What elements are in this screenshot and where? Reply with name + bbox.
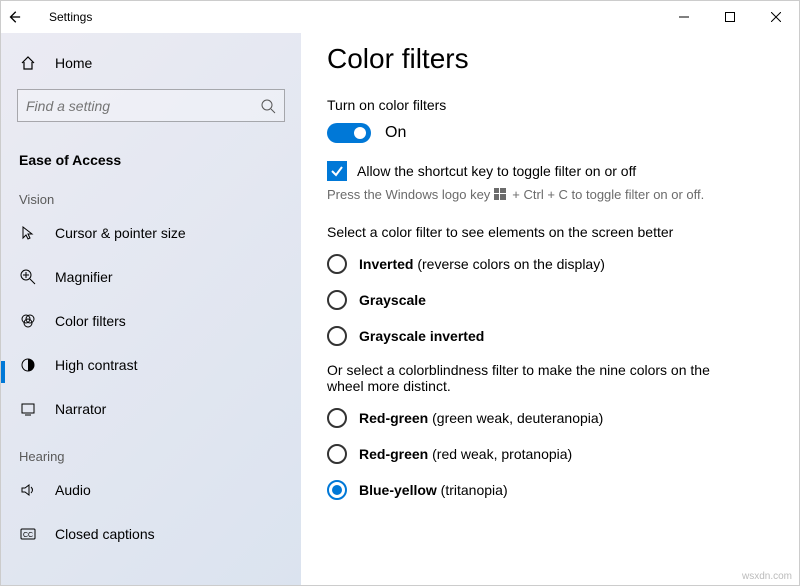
captions-icon: CC bbox=[19, 525, 37, 543]
close-button[interactable] bbox=[753, 1, 799, 33]
sidebar-item-closed-captions[interactable]: CC Closed captions bbox=[1, 512, 301, 556]
radio-icon bbox=[327, 408, 347, 428]
sidebar: Home Ease of Access Vision Cursor & poin… bbox=[1, 33, 301, 585]
group-hearing: Hearing bbox=[1, 431, 301, 468]
maximize-button[interactable] bbox=[707, 1, 753, 33]
radio-grayscale-inverted[interactable]: Grayscale inverted bbox=[327, 326, 773, 346]
radio-deuteranopia[interactable]: Red-green (green weak, deuteranopia) bbox=[327, 408, 773, 428]
checkbox-label: Allow the shortcut key to toggle filter … bbox=[357, 163, 636, 179]
radio-protanopia[interactable]: Red-green (red weak, protanopia) bbox=[327, 444, 773, 464]
hint-pre: Press the Windows logo key bbox=[327, 187, 490, 202]
magnifier-icon bbox=[19, 268, 37, 286]
search-field[interactable] bbox=[26, 98, 260, 114]
sidebar-item-home[interactable]: Home bbox=[1, 41, 301, 85]
shortcut-checkbox[interactable] bbox=[327, 161, 347, 181]
radio-label: Grayscale bbox=[359, 292, 426, 308]
back-button[interactable] bbox=[7, 10, 35, 24]
sidebar-item-high-contrast[interactable]: High contrast bbox=[1, 343, 301, 387]
sidebar-item-label: Cursor & pointer size bbox=[55, 225, 186, 241]
sidebar-item-label: Narrator bbox=[55, 401, 106, 417]
watermark: wsxdn.com bbox=[742, 571, 792, 582]
radio-icon bbox=[327, 254, 347, 274]
radio-icon bbox=[327, 290, 347, 310]
toggle-label: Turn on color filters bbox=[327, 97, 773, 113]
shortcut-hint: Press the Windows logo key + Ctrl + C to… bbox=[327, 187, 773, 202]
radio-icon bbox=[327, 444, 347, 464]
check-icon bbox=[330, 164, 344, 178]
page-title: Color filters bbox=[327, 43, 773, 75]
radio-tritanopia[interactable]: Blue-yellow (tritanopia) bbox=[327, 480, 773, 500]
sidebar-item-label: Audio bbox=[55, 482, 91, 498]
sidebar-item-label: Home bbox=[55, 55, 92, 71]
home-icon bbox=[19, 54, 37, 72]
sidebar-item-label: Color filters bbox=[55, 313, 126, 329]
svg-text:CC: CC bbox=[23, 532, 33, 539]
search-icon bbox=[260, 98, 276, 114]
windows-logo-icon bbox=[494, 188, 508, 202]
color-filters-toggle[interactable] bbox=[327, 123, 371, 143]
sidebar-item-magnifier[interactable]: Magnifier bbox=[1, 255, 301, 299]
radio-label: Grayscale inverted bbox=[359, 328, 484, 344]
cursor-icon bbox=[19, 224, 37, 242]
radio-label: Red-green (green weak, deuteranopia) bbox=[359, 410, 603, 426]
sidebar-item-audio[interactable]: Audio bbox=[1, 468, 301, 512]
sidebar-item-label: Closed captions bbox=[55, 526, 155, 542]
window-title: Settings bbox=[49, 10, 661, 24]
section-heading: Ease of Access bbox=[1, 134, 301, 174]
narrator-icon bbox=[19, 400, 37, 418]
colorblind-prompt: Or select a colorblindness filter to mak… bbox=[327, 362, 747, 394]
selection-indicator bbox=[1, 361, 5, 383]
minimize-button[interactable] bbox=[661, 1, 707, 33]
group-vision: Vision bbox=[1, 174, 301, 211]
radio-label: Red-green (red weak, protanopia) bbox=[359, 446, 572, 462]
radio-inverted[interactable]: Inverted (reverse colors on the display) bbox=[327, 254, 773, 274]
color-filters-icon bbox=[19, 312, 37, 330]
minimize-icon bbox=[679, 12, 689, 22]
contrast-icon bbox=[19, 356, 37, 374]
shortcut-checkbox-row: Allow the shortcut key to toggle filter … bbox=[327, 161, 773, 181]
titlebar: Settings bbox=[1, 1, 799, 33]
radio-icon bbox=[327, 326, 347, 346]
sidebar-item-cursor-pointer[interactable]: Cursor & pointer size bbox=[1, 211, 301, 255]
radio-icon-selected bbox=[327, 480, 347, 500]
hint-post: + Ctrl + C to toggle filter on or off. bbox=[512, 187, 704, 202]
maximize-icon bbox=[725, 12, 735, 22]
arrow-left-icon bbox=[7, 10, 21, 24]
settings-window: Settings Home Ease of Access Vision bbox=[0, 0, 800, 586]
sidebar-item-narrator[interactable]: Narrator bbox=[1, 387, 301, 431]
sidebar-item-label: Magnifier bbox=[55, 269, 113, 285]
select-filter-prompt: Select a color filter to see elements on… bbox=[327, 224, 773, 240]
sidebar-item-color-filters[interactable]: Color filters bbox=[1, 299, 301, 343]
window-body: Home Ease of Access Vision Cursor & poin… bbox=[1, 33, 799, 585]
toggle-row: On bbox=[327, 123, 773, 143]
radio-label: Inverted (reverse colors on the display) bbox=[359, 256, 605, 272]
close-icon bbox=[771, 12, 781, 22]
sidebar-item-label: High contrast bbox=[55, 357, 137, 373]
audio-icon bbox=[19, 481, 37, 499]
radio-grayscale[interactable]: Grayscale bbox=[327, 290, 773, 310]
toggle-state: On bbox=[385, 124, 406, 142]
radio-label: Blue-yellow (tritanopia) bbox=[359, 482, 508, 498]
search-input[interactable] bbox=[17, 89, 285, 122]
content-pane: Color filters Turn on color filters On A… bbox=[301, 33, 799, 585]
toggle-knob bbox=[354, 127, 366, 139]
